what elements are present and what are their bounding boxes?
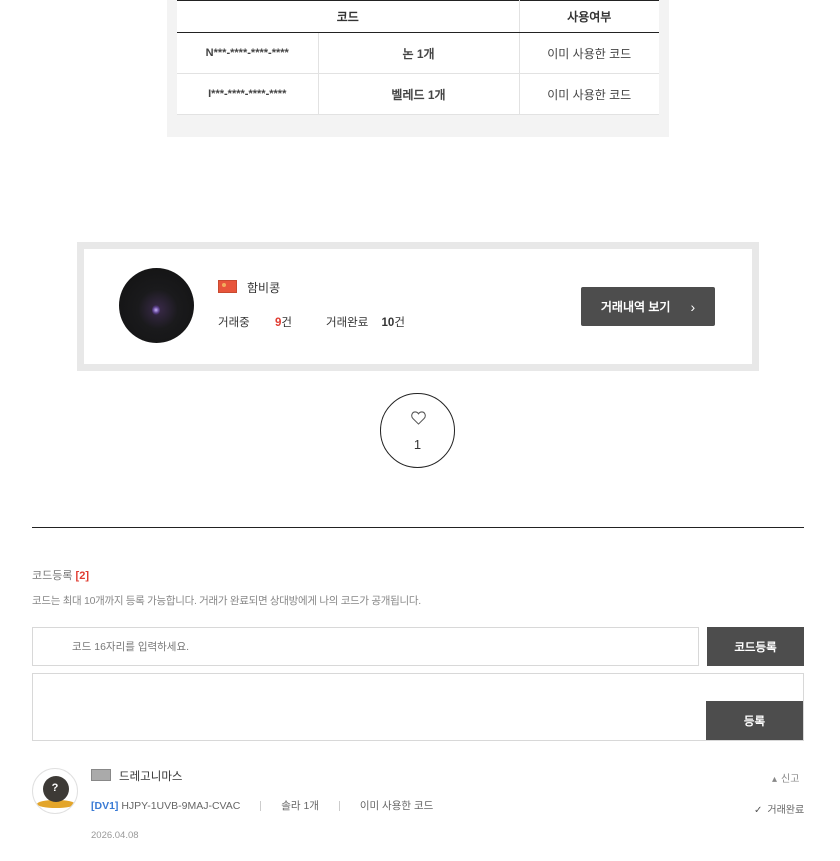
commenter-name[interactable]: 드레고니마스 — [119, 768, 182, 784]
avatar-question-mark: ? — [51, 782, 59, 794]
trading-stat: 거래중 9건 — [218, 314, 292, 330]
completed-label: 거래완료 — [326, 317, 369, 329]
user-badge-icon — [91, 769, 111, 781]
trading-unit: 건 — [281, 317, 292, 329]
avatar-glow — [152, 305, 160, 315]
seller-name[interactable]: 함비콩 — [247, 279, 280, 296]
report-button[interactable]: ▴ 신고 — [772, 770, 799, 785]
comment-item: 솔라 1개 — [281, 800, 319, 812]
code-table-header: 코드 사용여부 — [177, 0, 659, 33]
code-registration-title: 코드등록 [2] — [32, 567, 89, 583]
heart-icon — [411, 411, 426, 425]
trade-status-label: 거래완료 — [767, 805, 805, 816]
code-input[interactable] — [32, 627, 699, 666]
registration-description: 코드는 최대 10개까지 등록 가능합니다. 거래가 완료되면 상대방에게 나의… — [32, 595, 421, 607]
item-cell: 벨레드 1개 — [317, 73, 519, 115]
completed-unit: 건 — [394, 317, 405, 329]
status-cell: 이미 사용한 코드 — [518, 32, 659, 74]
chevron-right-icon: › — [690, 298, 696, 315]
table-row: N***-****-****-**** 논 1개 이미 사용한 코드 — [177, 32, 659, 74]
table-row: I***-****-****-**** 벨레드 1개 이미 사용한 코드 — [177, 73, 659, 115]
section-divider — [32, 527, 804, 528]
memo-textarea[interactable] — [32, 673, 804, 741]
user-icon: ▴ — [772, 774, 778, 785]
code-register-button[interactable]: 코드등록 — [707, 627, 804, 666]
completed-stat: 거래완료 10건 — [326, 314, 405, 330]
code-table: 코드 사용여부 N***-****-****-**** 논 1개 이미 사용한 … — [177, 0, 659, 115]
trade-history-label: 거래내역 보기 — [600, 300, 671, 314]
server-tag: [DV1] — [91, 800, 119, 812]
column-header-usage: 사용여부 — [519, 0, 659, 33]
registration-title-text: 코드등록 — [32, 570, 73, 582]
code-cell: N***-****-****-**** — [177, 32, 318, 74]
like-button[interactable]: 1 — [380, 393, 455, 468]
report-label: 신고 — [781, 774, 800, 785]
registration-count: [2] — [75, 570, 89, 582]
comment-detail: [DV1] HJPY-1UVB-9MAJ-CVAC 솔라 1개 이미 사용한 코… — [91, 798, 433, 813]
item-cell: 논 1개 — [317, 32, 519, 74]
seller-avatar[interactable] — [119, 268, 194, 343]
trade-history-button[interactable]: 거래내역 보기 › — [581, 287, 715, 326]
like-count: 1 — [413, 437, 422, 452]
comment-code: HJPY-1UVB-9MAJ-CVAC — [121, 800, 241, 812]
country-flag-icon — [218, 280, 237, 293]
separator — [338, 801, 340, 812]
check-icon: ✓ — [754, 805, 763, 816]
completed-count: 10 — [381, 317, 395, 329]
status-cell: 이미 사용한 코드 — [518, 73, 659, 115]
code-cell: I***-****-****-**** — [177, 73, 318, 115]
column-header-code: 코드 — [177, 0, 520, 33]
commenter-avatar[interactable]: ? — [32, 768, 78, 814]
trade-status: ✓ 거래완료 — [754, 801, 804, 816]
comment-date: 2026.04.08 — [91, 830, 139, 841]
comment-status: 이미 사용한 코드 — [359, 800, 434, 812]
submit-button[interactable]: 등록 — [706, 701, 803, 740]
trading-label: 거래중 — [218, 317, 250, 329]
separator — [260, 801, 262, 812]
